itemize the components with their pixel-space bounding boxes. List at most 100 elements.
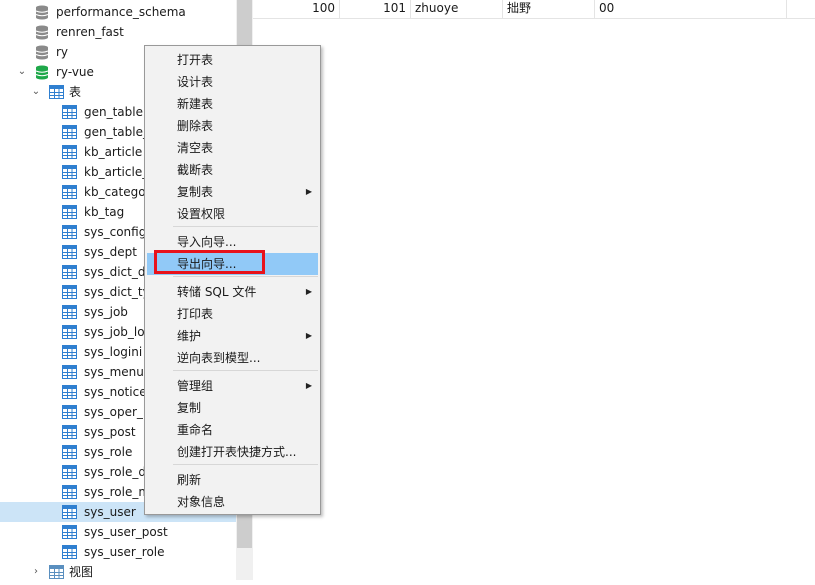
menu-item[interactable]: 打印表 bbox=[147, 303, 318, 325]
menu-separator bbox=[173, 464, 318, 465]
menu-item-label: 截断表 bbox=[177, 163, 214, 177]
tree-item-label: sys_job_lo bbox=[84, 325, 145, 339]
table-icon bbox=[62, 405, 77, 419]
table-icon bbox=[62, 165, 77, 179]
tree-item-label: ry bbox=[56, 45, 69, 59]
menu-item-label: 删除表 bbox=[177, 119, 214, 133]
menu-item[interactable]: 复制 bbox=[147, 397, 318, 419]
menu-separator bbox=[173, 226, 318, 227]
tree-item-label: sys_role_m bbox=[84, 485, 151, 499]
context-menu: 打开表 设计表 新建表 删除表 清空表 截断表 复制表 ▶ 设置权限 导入向导... 导出向导...… bbox=[144, 45, 321, 515]
tree-item-label: kb_catego bbox=[84, 185, 146, 199]
table-icon bbox=[62, 545, 77, 559]
menu-item-label: 对象信息 bbox=[177, 495, 226, 509]
table-row[interactable]: 100 101 zhuoye 拙野 00 bbox=[253, 0, 815, 19]
menu-item[interactable]: 截断表 bbox=[147, 159, 318, 181]
tree-item-table[interactable]: sys_user_post bbox=[0, 522, 236, 542]
menu-item[interactable]: 逆向表到模型... bbox=[147, 347, 318, 369]
menu-separator bbox=[173, 370, 318, 371]
tree-item-label: gen_table bbox=[84, 105, 143, 119]
menu-item[interactable]: 打开表 bbox=[147, 49, 318, 71]
menu-item-label: 复制 bbox=[177, 401, 202, 415]
tree-item-database[interactable]: performance_schema bbox=[0, 2, 236, 22]
tree-item-label: sys_post bbox=[84, 425, 136, 439]
submenu-arrow-icon: ▶ bbox=[305, 187, 312, 196]
views-folder-icon bbox=[49, 565, 64, 579]
tree-item-label: sys_user_post bbox=[84, 525, 168, 539]
menu-item[interactable]: 对象信息 bbox=[147, 491, 318, 513]
submenu-arrow-icon: ▶ bbox=[305, 331, 312, 340]
menu-item[interactable]: 新建表 bbox=[147, 93, 318, 115]
table-icon bbox=[62, 145, 77, 159]
tree-item-label: sys_dict_ty bbox=[84, 285, 150, 299]
tree-item-label: kb_tag bbox=[84, 205, 125, 219]
table-icon bbox=[62, 305, 77, 319]
tree-item-label: renren_fast bbox=[56, 25, 124, 39]
menu-item[interactable]: 重命名 bbox=[147, 419, 318, 441]
menu-item[interactable]: 管理组 ▶ bbox=[147, 375, 318, 397]
table-icon bbox=[62, 285, 77, 299]
menu-item-label: 设计表 bbox=[177, 75, 214, 89]
grid-cell[interactable]: 拙野 bbox=[503, 0, 595, 18]
menu-item[interactable]: 转储 SQL 文件 ▶ bbox=[147, 281, 318, 303]
menu-item-label: 管理组 bbox=[177, 379, 214, 393]
table-icon bbox=[62, 445, 77, 459]
menu-item[interactable]: 创建打开表快捷方式... bbox=[147, 441, 318, 463]
table-icon bbox=[62, 345, 77, 359]
tree-item-label: sys_menu bbox=[84, 365, 144, 379]
expand-chevron-icon[interactable]: ⌄ bbox=[30, 82, 42, 102]
tree-item-label: 表 bbox=[69, 85, 82, 99]
table-icon bbox=[62, 225, 77, 239]
grid-cell[interactable]: zhuoye bbox=[411, 0, 503, 18]
table-icon bbox=[62, 525, 77, 539]
menu-item-label: 复制表 bbox=[177, 185, 214, 199]
menu-item[interactable]: 维护 ▶ bbox=[147, 325, 318, 347]
menu-item-label: 逆向表到模型... bbox=[177, 351, 261, 365]
tree-item-database[interactable]: renren_fast bbox=[0, 22, 236, 42]
tree-item-label: 视图 bbox=[69, 565, 94, 579]
tree-item-label: sys_dept bbox=[84, 245, 137, 259]
menu-item-label: 新建表 bbox=[177, 97, 214, 111]
menu-item-label: 打开表 bbox=[177, 53, 214, 67]
grid-cell[interactable] bbox=[787, 0, 815, 18]
menu-separator bbox=[173, 276, 318, 277]
menu-item-label: 维护 bbox=[177, 329, 202, 343]
tree-item-label: sys_notice bbox=[84, 385, 147, 399]
tree-item-label: kb_article bbox=[84, 145, 143, 159]
tree-item-label: sys_config bbox=[84, 225, 147, 239]
highlight-annotation bbox=[154, 250, 265, 274]
expand-chevron-icon[interactable]: ⌄ bbox=[16, 62, 28, 82]
tree-item-label: sys_job bbox=[84, 305, 128, 319]
menu-item[interactable]: 设计表 bbox=[147, 71, 318, 93]
menu-item[interactable]: 刷新 bbox=[147, 469, 318, 491]
grid-cell[interactable]: 100 bbox=[253, 0, 340, 18]
database-icon bbox=[35, 25, 49, 40]
table-icon bbox=[62, 125, 77, 139]
menu-item[interactable]: 清空表 bbox=[147, 137, 318, 159]
menu-item[interactable]: 设置权限 bbox=[147, 203, 318, 225]
tree-item-table[interactable]: sys_user_role bbox=[0, 542, 236, 562]
submenu-arrow-icon: ▶ bbox=[305, 287, 312, 296]
tree-item-label: kb_article_ bbox=[84, 165, 149, 179]
grid-cell[interactable]: 00 bbox=[595, 0, 787, 18]
table-icon bbox=[62, 465, 77, 479]
table-icon bbox=[62, 485, 77, 499]
menu-item[interactable]: 删除表 bbox=[147, 115, 318, 137]
table-icon bbox=[62, 185, 77, 199]
table-icon bbox=[62, 245, 77, 259]
data-grid: 100 101 zhuoye 拙野 00 bbox=[253, 0, 815, 580]
tree-item-label: sys_dict_d bbox=[84, 265, 146, 279]
table-icon bbox=[62, 105, 77, 119]
tree-item-views-folder[interactable]: › 视图 bbox=[0, 562, 236, 582]
menu-item[interactable]: 复制表 ▶ bbox=[147, 181, 318, 203]
menu-item-label: 设置权限 bbox=[177, 207, 226, 221]
tree-item-label: performance_schema bbox=[56, 5, 186, 19]
tables-folder-icon bbox=[49, 85, 64, 99]
tree-item-label: sys_logini bbox=[84, 345, 143, 359]
collapse-chevron-icon[interactable]: › bbox=[30, 562, 42, 582]
grid-cell[interactable]: 101 bbox=[340, 0, 411, 18]
table-icon bbox=[62, 425, 77, 439]
database-connected-icon bbox=[35, 65, 49, 80]
tree-item-label: sys_user bbox=[84, 505, 136, 519]
submenu-arrow-icon: ▶ bbox=[305, 381, 312, 390]
